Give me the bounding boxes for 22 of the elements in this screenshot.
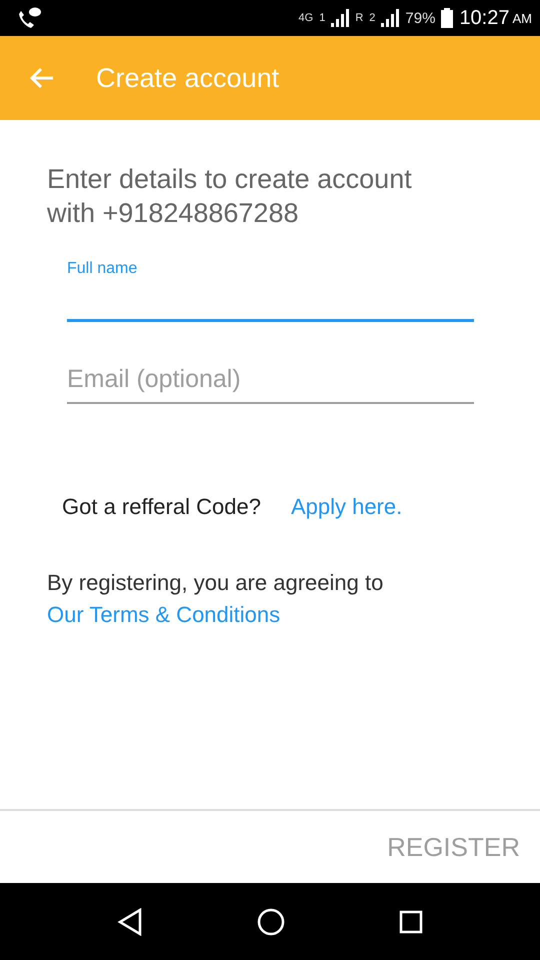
email-field[interactable]: Email (optional) [67,362,474,404]
terms-text: By registering, you are agreeing to [47,570,384,596]
clock-meridiem: AM [512,10,532,26]
back-icon[interactable] [117,908,143,936]
sim-number: 1 [319,12,326,24]
sim-number: 2 [369,12,376,24]
referral-question: Got a refferal Code? [62,494,261,520]
network-type: 4G [298,12,314,24]
terms-link[interactable]: Our Terms & Conditions [47,602,540,628]
clock-time: 10:27 [459,6,510,30]
recents-icon[interactable] [399,910,423,934]
field-label: Full name [67,260,138,278]
battery-percentage: 79% [405,10,436,26]
battery-icon [441,8,454,28]
signal-icon [381,9,400,27]
apply-link[interactable]: Apply here. [290,494,402,520]
home-icon[interactable] [257,908,285,936]
screen-title: Create account [96,62,280,94]
intro-text: Enter details to create account with +918248867288 [47,163,413,230]
signal-icon [331,9,350,27]
roaming-indicator: R [355,12,364,24]
phone-chat-icon [16,6,42,30]
